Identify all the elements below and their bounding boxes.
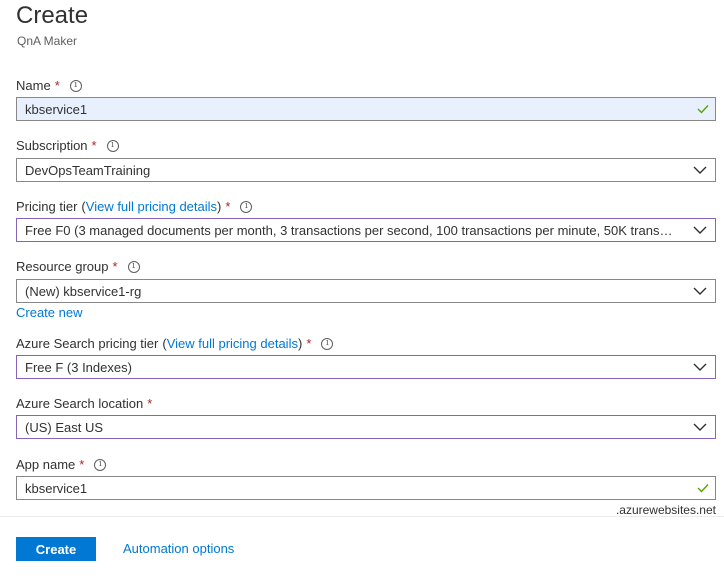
- app-name-label-row: App name * i: [16, 457, 107, 472]
- pricing-tier-label-row: Pricing tier (View full pricing details)…: [16, 199, 253, 214]
- info-icon[interactable]: i: [94, 458, 107, 471]
- name-value: kbservice1: [25, 101, 88, 117]
- search-location-value: (US) East US: [25, 419, 104, 435]
- required-asterisk: *: [54, 78, 60, 93]
- create-new-link[interactable]: Create new: [16, 305, 82, 320]
- search-pricing-label: Azure Search pricing tier: [16, 336, 159, 351]
- search-location-dropdown[interactable]: (US) East US: [16, 415, 716, 439]
- checkmark-icon: [691, 477, 715, 499]
- pricing-tier-value: Free F0 (3 managed documents per month, …: [25, 222, 685, 238]
- search-pricing-details-link[interactable]: View full pricing details: [167, 336, 298, 351]
- resource-group-value: (New) kbservice1-rg: [25, 283, 142, 299]
- chevron-down-icon: [685, 219, 715, 241]
- paren-close: ): [297, 336, 303, 351]
- search-pricing-label-row: Azure Search pricing tier (View full pri…: [16, 336, 334, 351]
- subscription-dropdown[interactable]: DevOpsTeamTraining: [16, 158, 716, 182]
- name-label-row: Name * i: [16, 78, 82, 93]
- app-name-label: App name: [16, 457, 76, 472]
- automation-options-link[interactable]: Automation options: [123, 541, 234, 556]
- required-asterisk: *: [112, 259, 118, 274]
- name-input[interactable]: kbservice1: [16, 97, 716, 121]
- subscription-label: Subscription: [16, 138, 88, 153]
- chevron-down-icon: [685, 159, 715, 181]
- search-pricing-value: Free F (3 Indexes): [25, 359, 132, 375]
- app-name-suffix: .azurewebsites.net: [615, 503, 716, 517]
- app-name-value: kbservice1: [25, 480, 88, 496]
- chevron-down-icon: [685, 416, 715, 438]
- name-label: Name: [16, 78, 51, 93]
- resource-group-label: Resource group: [16, 259, 109, 274]
- page-subtitle: QnA Maker: [17, 34, 78, 48]
- required-asterisk: *: [91, 138, 97, 153]
- pricing-details-link[interactable]: View full pricing details: [86, 199, 217, 214]
- required-asterisk: *: [225, 199, 231, 214]
- page-title: Create: [16, 2, 89, 29]
- info-icon[interactable]: i: [127, 260, 140, 273]
- footer-divider: [0, 516, 724, 517]
- required-asterisk: *: [147, 396, 153, 411]
- app-name-input[interactable]: kbservice1: [16, 476, 716, 500]
- search-pricing-dropdown[interactable]: Free F (3 Indexes): [16, 355, 716, 379]
- pricing-tier-dropdown[interactable]: Free F0 (3 managed documents per month, …: [16, 218, 716, 242]
- pricing-tier-label: Pricing tier: [16, 199, 78, 214]
- required-asterisk: *: [306, 336, 312, 351]
- info-icon[interactable]: i: [106, 139, 119, 152]
- info-icon[interactable]: i: [69, 79, 82, 92]
- create-button[interactable]: Create: [16, 537, 96, 561]
- checkmark-icon: [691, 98, 715, 120]
- chevron-down-icon: [685, 280, 715, 302]
- paren-close: ): [217, 199, 222, 214]
- required-asterisk: *: [79, 457, 85, 472]
- search-location-label: Azure Search location: [16, 396, 144, 411]
- resource-group-label-row: Resource group * i: [16, 259, 140, 274]
- resource-group-dropdown[interactable]: (New) kbservice1-rg: [16, 279, 716, 303]
- search-location-label-row: Azure Search location *: [16, 396, 152, 411]
- subscription-value: DevOpsTeamTraining: [25, 162, 151, 178]
- info-icon[interactable]: i: [240, 200, 253, 213]
- info-icon[interactable]: i: [321, 337, 334, 350]
- subscription-label-row: Subscription * i: [16, 138, 119, 153]
- chevron-down-icon: [685, 356, 715, 378]
